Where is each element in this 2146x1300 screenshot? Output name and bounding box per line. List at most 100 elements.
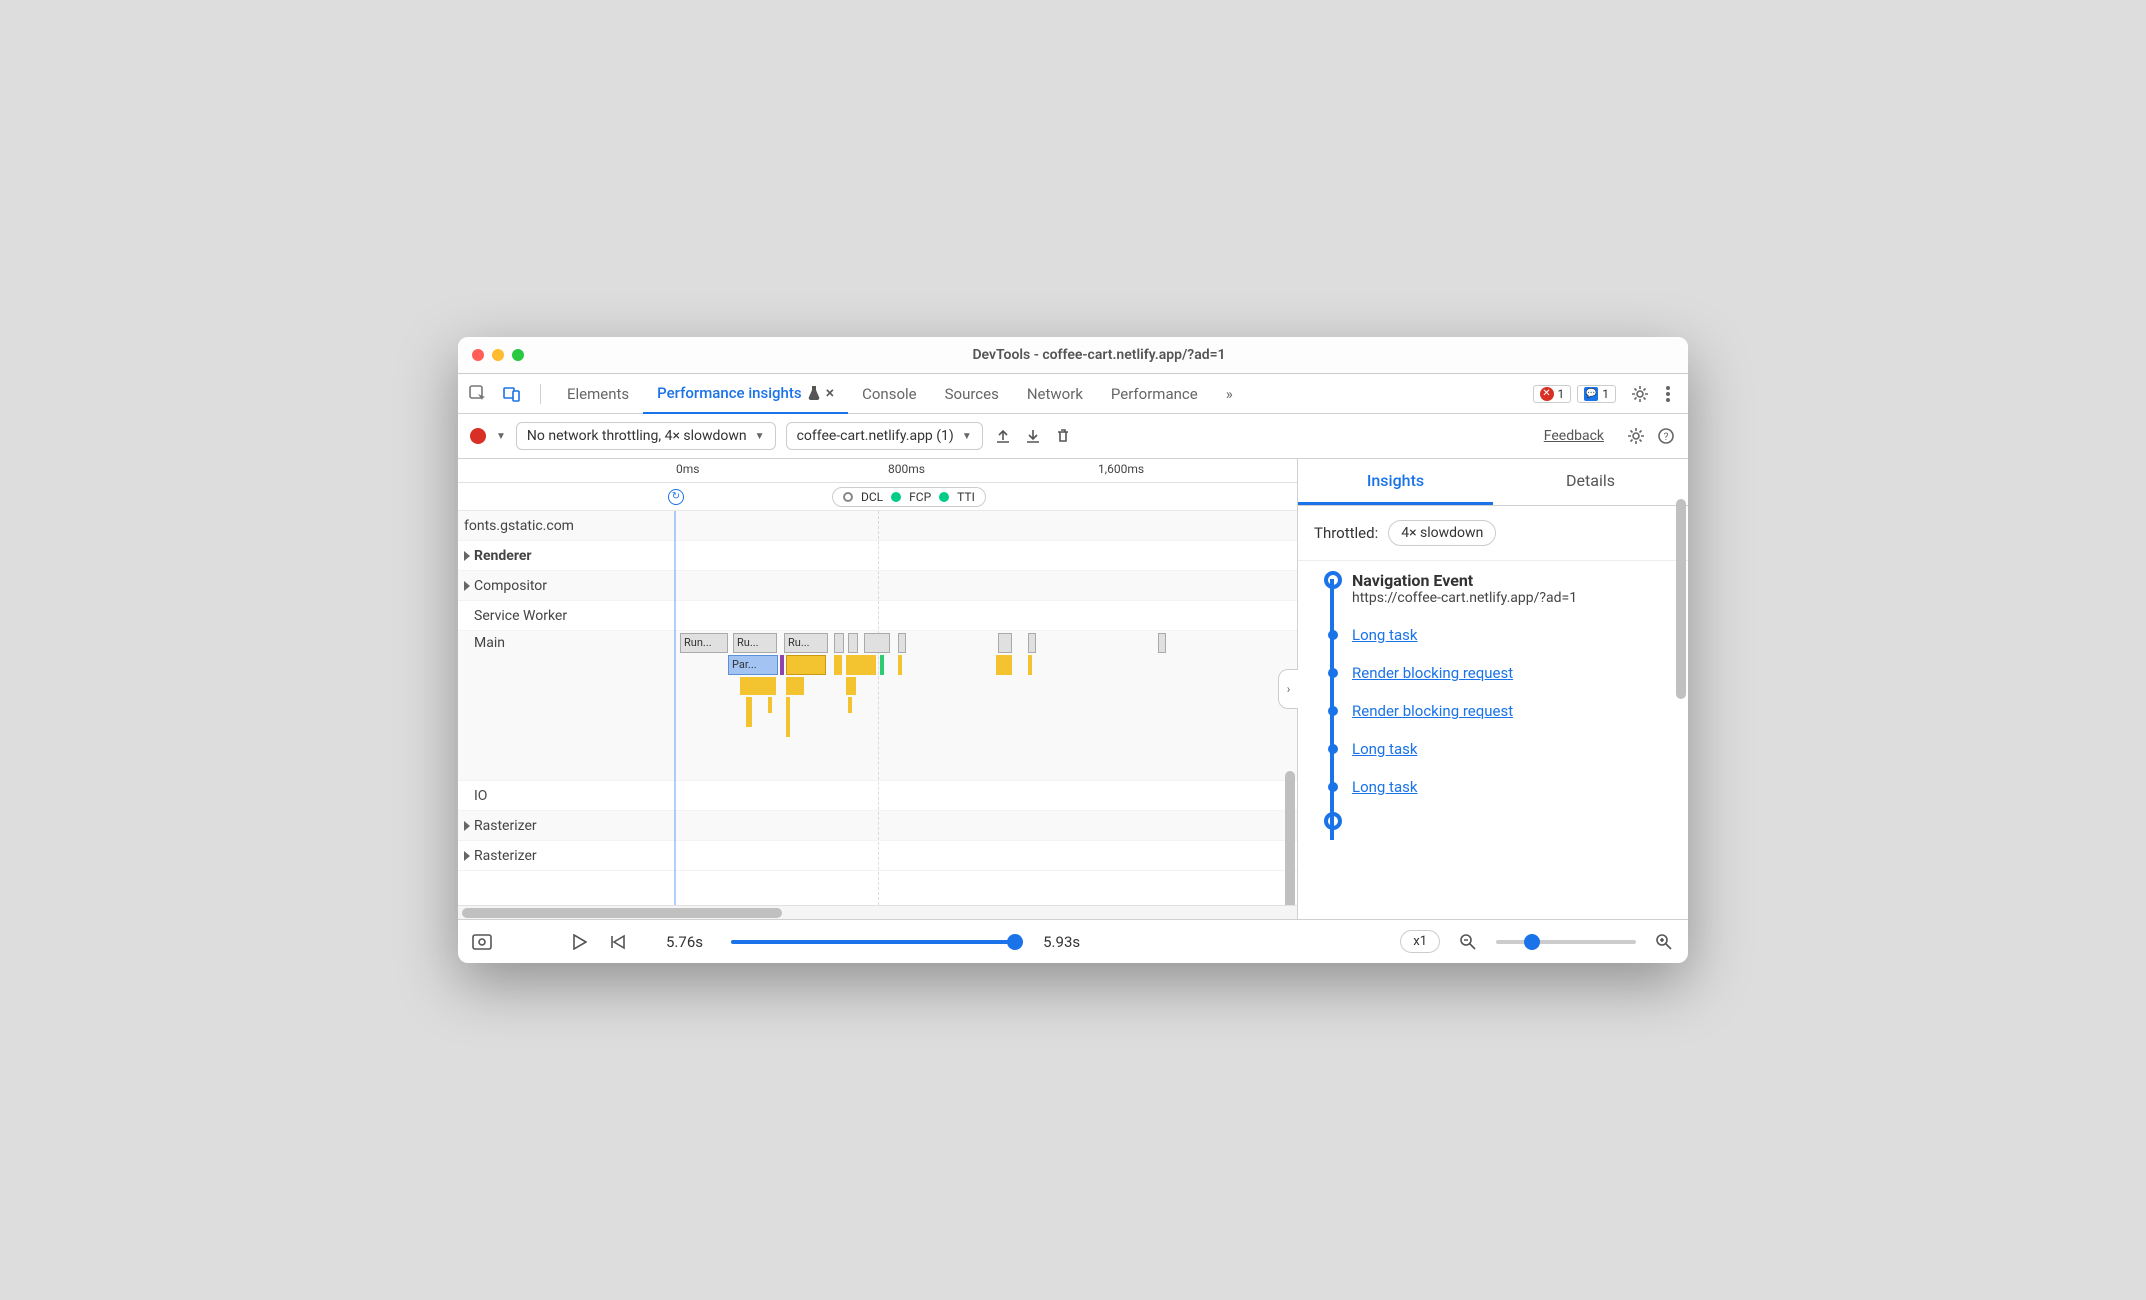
maximize-window-icon[interactable] (512, 349, 524, 361)
flame-block[interactable] (1158, 633, 1166, 653)
flame-block[interactable] (846, 655, 876, 675)
flame-block[interactable]: Run... (680, 633, 728, 653)
time-axis: 0ms 800ms 1,600ms (458, 459, 1297, 483)
expand-caret-icon[interactable] (464, 551, 470, 561)
track-label: Renderer (458, 544, 668, 568)
horizontal-scrollbar[interactable] (458, 905, 1297, 919)
record-button[interactable] (470, 428, 486, 444)
feedback-link[interactable]: Feedback (1544, 428, 1604, 444)
zoom-in-icon[interactable] (1654, 932, 1674, 952)
event-link[interactable]: Render blocking request (1352, 702, 1513, 720)
tab-network[interactable]: Network (1013, 374, 1097, 414)
event-link[interactable]: Long task (1352, 740, 1417, 758)
track-label: fonts.gstatic.com (458, 514, 668, 538)
expand-sidebar-button[interactable]: › (1278, 669, 1298, 709)
settings-icon[interactable] (1630, 384, 1650, 404)
vertical-scrollbar[interactable] (1285, 591, 1295, 905)
flame-block[interactable] (780, 655, 784, 675)
flame-block[interactable] (996, 655, 1012, 675)
kebab-menu-icon[interactable] (1658, 384, 1678, 404)
play-icon[interactable] (570, 932, 590, 952)
event-title: Navigation Event (1352, 571, 1577, 590)
marker-label: DCL (861, 490, 883, 504)
close-tab-icon[interactable]: × (826, 383, 835, 402)
tab-performance[interactable]: Performance (1097, 374, 1212, 414)
tab-sources[interactable]: Sources (931, 374, 1013, 414)
svg-text:?: ? (1664, 432, 1669, 443)
flame-block[interactable] (746, 697, 752, 727)
expand-caret-icon[interactable] (464, 821, 470, 831)
flame-block[interactable] (898, 655, 902, 675)
flame-block[interactable] (864, 633, 890, 653)
insights-scrollbar[interactable] (1676, 499, 1686, 799)
event-item[interactable]: Long task (1324, 730, 1678, 768)
panel-settings-icon[interactable] (1626, 426, 1646, 446)
tab-elements[interactable]: Elements (553, 374, 643, 414)
expand-caret-icon[interactable] (464, 851, 470, 861)
expand-caret-icon[interactable] (464, 581, 470, 591)
flame-block[interactable] (846, 677, 856, 695)
event-link[interactable]: Render blocking request (1352, 664, 1513, 682)
target-select[interactable]: coffee-cart.netlify.app (1) ▼ (786, 422, 983, 450)
event-link[interactable]: Long task (1352, 626, 1417, 644)
flame-block[interactable]: Par... (728, 655, 778, 675)
event-item[interactable]: Long task (1324, 768, 1678, 806)
flame-block[interactable] (768, 697, 772, 713)
flame-block[interactable] (834, 633, 844, 653)
event-item[interactable]: Render blocking request (1324, 692, 1678, 730)
flame-block[interactable] (848, 697, 852, 713)
time-range-slider[interactable] (731, 940, 1015, 944)
replay-marker-icon[interactable]: ↻ (668, 489, 684, 505)
flame-block[interactable] (740, 677, 776, 695)
minimize-window-icon[interactable] (492, 349, 504, 361)
bottom-bar: 5.76s 5.93s x1 (458, 919, 1688, 963)
chevron-down-icon: ▼ (755, 431, 765, 442)
tab-insights[interactable]: Insights (1298, 459, 1493, 505)
flame-block[interactable] (848, 633, 858, 653)
skip-back-icon[interactable] (608, 932, 628, 952)
upload-icon[interactable] (993, 426, 1013, 446)
flame-block[interactable] (1028, 655, 1032, 675)
event-item[interactable]: Render blocking request (1324, 654, 1678, 692)
device-toolbar-icon[interactable] (502, 384, 522, 404)
flame-block[interactable]: Ru... (733, 633, 777, 653)
insights-toolbar: ▼ No network throttling, 4× slowdown ▼ c… (458, 414, 1688, 459)
event-item[interactable]: Long task (1324, 616, 1678, 654)
zoom-slider[interactable] (1496, 940, 1636, 944)
download-icon[interactable] (1023, 426, 1043, 446)
flame-block[interactable] (786, 697, 790, 737)
throttling-select[interactable]: No network throttling, 4× slowdown ▼ (516, 422, 776, 450)
flame-block[interactable] (834, 655, 842, 675)
titlebar: DevTools - coffee-cart.netlify.app/?ad=1 (458, 337, 1688, 374)
flame-block[interactable] (786, 655, 826, 675)
tabs-overflow[interactable]: » (1212, 374, 1247, 414)
screenshot-toggle-icon[interactable] (472, 932, 492, 952)
tab-console[interactable]: Console (848, 374, 931, 414)
flame-block[interactable] (786, 677, 804, 695)
timeline-trail (1330, 579, 1334, 840)
tab-performance-insights[interactable]: Performance insights × (643, 374, 848, 414)
slider-handle-icon[interactable] (1524, 934, 1540, 950)
flame-block[interactable] (1028, 633, 1036, 653)
event-link[interactable]: Long task (1352, 778, 1417, 796)
inspect-element-icon[interactable] (468, 384, 488, 404)
flame-block[interactable]: Ru... (784, 633, 828, 653)
errors-badge[interactable]: ✕ 1 (1533, 385, 1572, 403)
web-vitals-markers[interactable]: DCL FCP TTI (832, 487, 986, 507)
flame-block[interactable] (880, 655, 884, 675)
flame-block[interactable] (898, 633, 906, 653)
select-label: No network throttling, 4× slowdown (527, 428, 747, 444)
zoom-out-icon[interactable] (1458, 932, 1478, 952)
messages-badge[interactable]: 💬 1 (1577, 385, 1616, 403)
flame-block[interactable] (998, 633, 1012, 653)
zoom-level-chip[interactable]: x1 (1400, 930, 1440, 953)
close-window-icon[interactable] (472, 349, 484, 361)
slider-handle-icon[interactable] (1007, 934, 1023, 950)
throttled-label: Throttled: (1314, 524, 1378, 542)
help-icon[interactable]: ? (1656, 426, 1676, 446)
tracks-area[interactable]: fonts.gstatic.com Renderer Compositor Se… (458, 511, 1297, 905)
record-dropdown-icon[interactable]: ▼ (496, 431, 506, 442)
delete-icon[interactable] (1053, 426, 1073, 446)
throttled-chip[interactable]: 4× slowdown (1388, 520, 1496, 546)
tab-details[interactable]: Details (1493, 459, 1688, 505)
